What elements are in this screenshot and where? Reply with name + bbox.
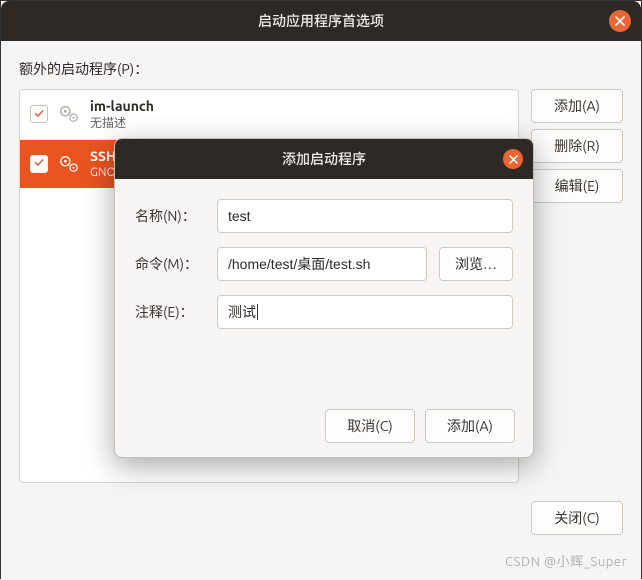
- gears-icon: [58, 153, 80, 175]
- side-buttons: 添加(A) 删除(R) 编辑(E): [531, 89, 623, 483]
- footer-row: 关闭(C): [19, 501, 623, 535]
- item-text: im-launch 无描述: [90, 98, 154, 131]
- name-input[interactable]: [217, 199, 513, 233]
- add-button[interactable]: 添加(A): [531, 89, 623, 123]
- comment-row: 注释(E)： 测试: [135, 295, 513, 329]
- modal-titlebar: 添加启动程序: [115, 139, 533, 179]
- modal-title: 添加启动程序: [282, 149, 366, 169]
- modal-body: 名称(N)： 命令(M)： 浏览… 注释(E)： 测试: [115, 179, 533, 395]
- cancel-button[interactable]: 取消(C): [325, 409, 415, 443]
- comment-label: 注释(E)：: [135, 302, 205, 322]
- checkbox[interactable]: [30, 155, 48, 173]
- edit-button[interactable]: 编辑(E): [531, 169, 623, 203]
- comment-input[interactable]: 测试: [217, 295, 513, 329]
- item-text: SSH GNO: [90, 148, 116, 181]
- close-icon: [509, 155, 518, 164]
- main-close-button[interactable]: [609, 10, 631, 32]
- command-input[interactable]: [217, 247, 427, 281]
- gears-icon: [58, 103, 80, 125]
- section-label: 额外的启动程序(P)：: [19, 59, 623, 79]
- close-icon: [615, 16, 625, 26]
- list-item[interactable]: im-launch 无描述: [20, 90, 518, 140]
- command-row: 命令(M)： 浏览…: [135, 247, 513, 281]
- text-cursor: [257, 304, 258, 320]
- item-name: SSH: [90, 148, 116, 166]
- checkbox[interactable]: [30, 105, 48, 123]
- modal-footer: 取消(C) 添加(A): [115, 395, 533, 457]
- name-label: 名称(N)：: [135, 206, 205, 226]
- remove-button[interactable]: 删除(R): [531, 129, 623, 163]
- name-row: 名称(N)：: [135, 199, 513, 233]
- item-desc: 无描述: [90, 116, 154, 131]
- browse-button[interactable]: 浏览…: [439, 247, 513, 281]
- main-title: 启动应用程序首选项: [258, 11, 384, 31]
- command-label: 命令(M)：: [135, 254, 205, 274]
- main-titlebar: 启动应用程序首选项: [1, 1, 641, 41]
- modal-close-button[interactable]: [503, 149, 523, 169]
- confirm-add-button[interactable]: 添加(A): [425, 409, 515, 443]
- close-button[interactable]: 关闭(C): [531, 501, 623, 535]
- comment-value: 测试: [228, 302, 256, 322]
- item-desc: GNO: [90, 165, 116, 180]
- add-startup-dialog: 添加启动程序 名称(N)： 命令(M)： 浏览… 注释(E)： 测试 取消(C)…: [114, 138, 534, 458]
- item-name: im-launch: [90, 98, 154, 116]
